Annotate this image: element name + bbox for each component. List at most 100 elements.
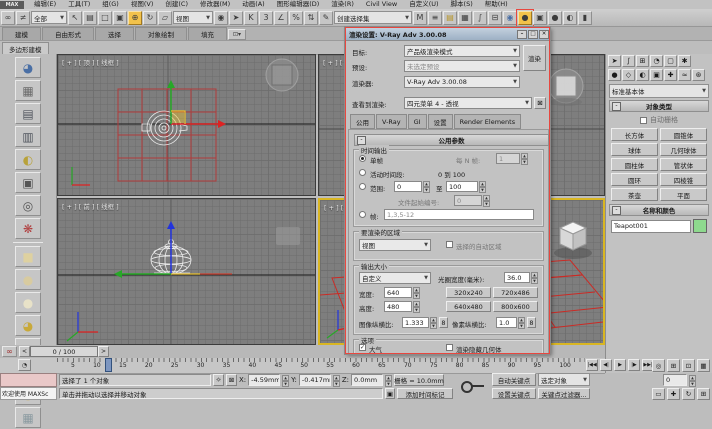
maxscript-mini-listener[interactable] (0, 373, 57, 387)
frames-radio[interactable] (359, 211, 366, 218)
select-and-rotate-icon[interactable]: ↻ (143, 11, 157, 25)
menu-item[interactable]: 修改器(M) (194, 0, 236, 9)
light-tool-icon[interactable]: ◐ (15, 149, 41, 170)
set-keys-button[interactable] (458, 374, 488, 398)
collapse-icon[interactable]: - (612, 206, 621, 215)
snap-3d-icon[interactable]: 3 (259, 11, 273, 25)
ribbon-tab[interactable]: 选择 (95, 27, 134, 40)
primitive-button[interactable]: 几何球体 (660, 143, 707, 156)
width-spinner[interactable]: ▲▼ (413, 287, 420, 298)
steering-wheel-icon[interactable]: ∞ (2, 346, 17, 357)
maxscript-listener-line[interactable]: 欢迎使用 MAXSc (0, 387, 57, 400)
motion-tab-icon[interactable]: ◔ (650, 55, 663, 67)
dialog-tab[interactable]: 设置 (428, 114, 453, 129)
next-frame-button[interactable]: |▶ (628, 359, 640, 371)
dialog-tab[interactable]: V-Ray (376, 114, 407, 129)
primitive-button[interactable]: 圆锥体 (660, 128, 707, 141)
preset-dropdown[interactable]: 未选定预设▼ (404, 60, 520, 72)
percent-snap-icon[interactable]: % (289, 11, 303, 25)
curve-editor-icon[interactable]: ∫ (473, 11, 487, 25)
spreadsheet-tool-icon[interactable]: ▤ (15, 103, 41, 124)
frames-field[interactable]: 1,3,5-12 (384, 209, 534, 220)
time-tag-icon[interactable]: ▣ (385, 388, 395, 399)
create-tab-icon[interactable]: ➤ (608, 55, 621, 67)
teapot-primitive-icon[interactable]: ◕ (15, 315, 41, 336)
ribbon-config-icon[interactable]: ⊡▾ (228, 29, 246, 40)
play-button[interactable]: ▶ (614, 359, 626, 371)
viewport-front[interactable]: [ + ] [ 前 ] [ 线框 ] (57, 198, 316, 345)
primitive-button[interactable]: 长方体 (611, 128, 658, 141)
primitive-button[interactable]: 茶壶 (611, 188, 658, 201)
named-selection-dropdown[interactable]: 创建选择集▼ (334, 11, 412, 24)
lights-category-icon[interactable]: ◐ (636, 69, 649, 81)
range-to-field[interactable]: 100 (446, 181, 478, 192)
every-n-field[interactable]: 1 (496, 153, 520, 164)
spinner-snap-icon[interactable]: ⇅ (304, 11, 318, 25)
geometry-category-icon[interactable]: ● (608, 69, 621, 81)
name-color-rollout[interactable]: -名称和颜色 (609, 204, 709, 216)
select-and-scale-icon[interactable]: ▱ (158, 11, 172, 25)
shapes-category-icon[interactable]: ◇ (622, 69, 635, 81)
y-spinner[interactable]: ▲▼ (333, 375, 340, 386)
menu-item[interactable]: Civil View (360, 0, 403, 9)
z-spinner[interactable]: ▲▼ (385, 375, 392, 386)
ribbon-tab[interactable]: 对象绘制 (135, 27, 187, 40)
select-and-move-icon[interactable]: ⊕ (128, 11, 142, 25)
primitive-button[interactable]: 球体 (611, 143, 658, 156)
object-name-field[interactable]: Teapot001 (611, 220, 691, 233)
blob-primitive-icon[interactable]: ● (15, 269, 41, 290)
previous-frame-button[interactable]: ◀| (600, 359, 612, 371)
track-config-icon[interactable]: ◔ (18, 359, 31, 371)
menu-item[interactable]: 帮助(H) (479, 0, 514, 9)
dialog-tab[interactable]: GI (408, 114, 427, 129)
key-filters-button[interactable]: 关键点过滤器... (538, 388, 590, 399)
menu-item[interactable]: 自定义(U) (403, 0, 444, 9)
area-mode-dropdown[interactable]: 视图▼ (359, 239, 431, 251)
primitive-button[interactable]: 圆环 (611, 173, 658, 186)
track-bar-ruler[interactable]: 5101520253035404550556065707580859095100 (57, 358, 585, 373)
projector-tool-icon[interactable]: ◎ (15, 195, 41, 216)
maximize-viewport-icon[interactable]: ⊞ (697, 388, 710, 400)
primitive-button[interactable]: 圆柱体 (611, 158, 658, 171)
select-and-link-icon[interactable]: ∞ (1, 11, 15, 25)
ribbon-tab[interactable]: 填充 (188, 27, 227, 40)
image-aspect-field[interactable]: 1.333 (402, 317, 429, 328)
edit-named-selections-icon[interactable]: ✎ (319, 11, 333, 25)
stairs-primitive-icon[interactable]: ▦ (15, 407, 41, 428)
maximize-icon[interactable]: □ (528, 30, 538, 39)
utilities-tab-icon[interactable]: ✱ (678, 55, 691, 67)
rect-selection-region-icon[interactable]: □ (98, 11, 112, 25)
use-pivot-center-icon[interactable]: ◉ (214, 11, 228, 25)
viewport-top-label[interactable]: [ + ] [ 顶 ] [ 线框 ] (62, 57, 119, 67)
window-crossing-icon[interactable]: ▣ (113, 11, 127, 25)
object-type-rollout[interactable]: -对象类型 (609, 100, 709, 112)
pan-icon[interactable]: ✚ (667, 388, 680, 400)
menu-item[interactable]: 图形编辑器(D) (271, 0, 326, 9)
ribbon-tab[interactable]: 建模 (2, 27, 41, 40)
auto-region-checkbox[interactable] (446, 241, 453, 248)
angle-snap-icon[interactable]: ∠ (274, 11, 288, 25)
spacewarps-category-icon[interactable]: ≈ (678, 69, 691, 81)
graphite-toggle-icon[interactable]: ▦ (458, 11, 472, 25)
set-key-button[interactable]: 设置关键点 (492, 388, 536, 399)
view-to-render-dropdown[interactable]: 四元菜单 4 - 透视▼ (404, 97, 532, 109)
viewport-lock-icon[interactable]: ⊠ (534, 97, 546, 109)
menu-item[interactable]: 工具(T) (62, 0, 96, 9)
output-size-mode-dropdown[interactable]: 自定义▼ (359, 272, 431, 284)
single-frame-radio[interactable] (359, 155, 366, 162)
resolution-preset-button[interactable]: 640x480 (446, 301, 491, 312)
image-tool-icon[interactable]: ▦ (15, 80, 41, 101)
resolution-preset-button[interactable]: 320x240 (446, 287, 491, 298)
helpers-category-icon[interactable]: ✚ (664, 69, 677, 81)
select-by-name-icon[interactable]: ▤ (83, 11, 97, 25)
file-start-field[interactable]: 0 (454, 195, 482, 206)
selection-filter-dropdown[interactable]: 全部▼ (31, 11, 67, 24)
object-color-swatch[interactable] (693, 219, 707, 233)
range-from-spinner[interactable]: ▲▼ (423, 181, 430, 192)
every-n-spinner[interactable]: ▲▼ (521, 153, 528, 164)
next-frame-arrow[interactable]: > (98, 346, 109, 357)
resolution-preset-button[interactable]: 720x486 (493, 287, 538, 298)
mirror-icon[interactable]: M (413, 11, 427, 25)
collapse-icon[interactable]: - (612, 102, 621, 111)
add-time-tag-button[interactable]: 添加时间标记 (397, 388, 453, 399)
